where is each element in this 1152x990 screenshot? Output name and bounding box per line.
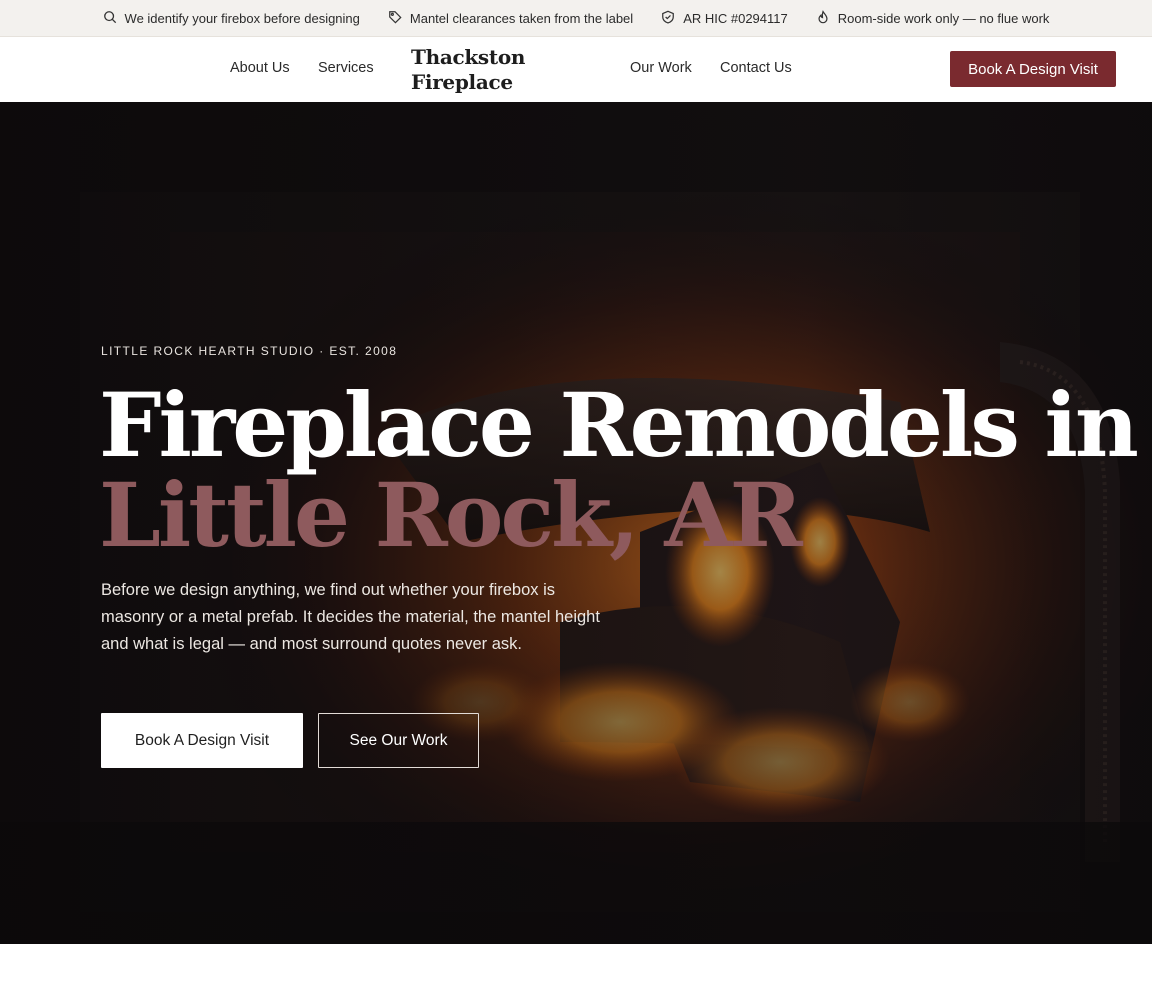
shield-icon	[661, 10, 675, 27]
hero-headline: Fireplace Remodels in Little Rock, AR	[99, 380, 1139, 560]
logo-line-2: Fireplace	[411, 70, 513, 94]
site-header: About Us Services Thackston Fireplace Ou…	[0, 37, 1152, 102]
nav-link-our-work[interactable]: Our Work	[630, 60, 692, 76]
headline-line-1: Fireplace Remodels in	[99, 373, 1139, 477]
tag-icon	[388, 10, 402, 27]
next-section-start	[0, 944, 1152, 990]
nav-link-services[interactable]: Services	[318, 60, 374, 76]
topbar-item-room-side: Room-side work only — no flue work	[816, 9, 1050, 27]
search-icon	[103, 10, 117, 27]
hero-book-design-visit-button[interactable]: Book A Design Visit	[101, 713, 303, 768]
nav-link-about-us[interactable]: About Us	[230, 60, 290, 76]
topbar-item-label: Mantel clearances taken from the label	[409, 10, 634, 26]
flame-icon	[816, 9, 830, 27]
topbar-item-clearances: Mantel clearances taken from the label	[388, 10, 633, 27]
top-info-bar: We identify your firebox before designin…	[0, 0, 1152, 37]
see-our-work-button[interactable]: See Our Work	[318, 713, 479, 768]
topbar-item-label: AR HIC #0294117	[683, 10, 788, 26]
topbar-item-label: Room-side work only — no flue work	[837, 10, 1050, 26]
logo-line-1: Thackston	[411, 45, 526, 69]
headline-line-2: Little Rock, AR	[99, 463, 803, 567]
nav-link-contact-us[interactable]: Contact Us	[720, 60, 792, 76]
hero-lead-paragraph: Before we design anything, we find out w…	[101, 581, 600, 653]
hero-section: LITTLE ROCK HEARTH STUDIO · EST. 2008 Fi…	[0, 102, 1152, 944]
hero-eyebrow: LITTLE ROCK HEARTH STUDIO · EST. 2008	[101, 344, 398, 358]
site-logo[interactable]: Thackston Fireplace	[411, 45, 541, 95]
topbar-item-firebox: We identify your firebox before designin…	[103, 10, 360, 27]
topbar-item-license: AR HIC #0294117	[661, 10, 788, 27]
topbar-item-label: We identify your firebox before designin…	[124, 10, 360, 26]
book-design-visit-button[interactable]: Book A Design Visit	[950, 51, 1116, 87]
